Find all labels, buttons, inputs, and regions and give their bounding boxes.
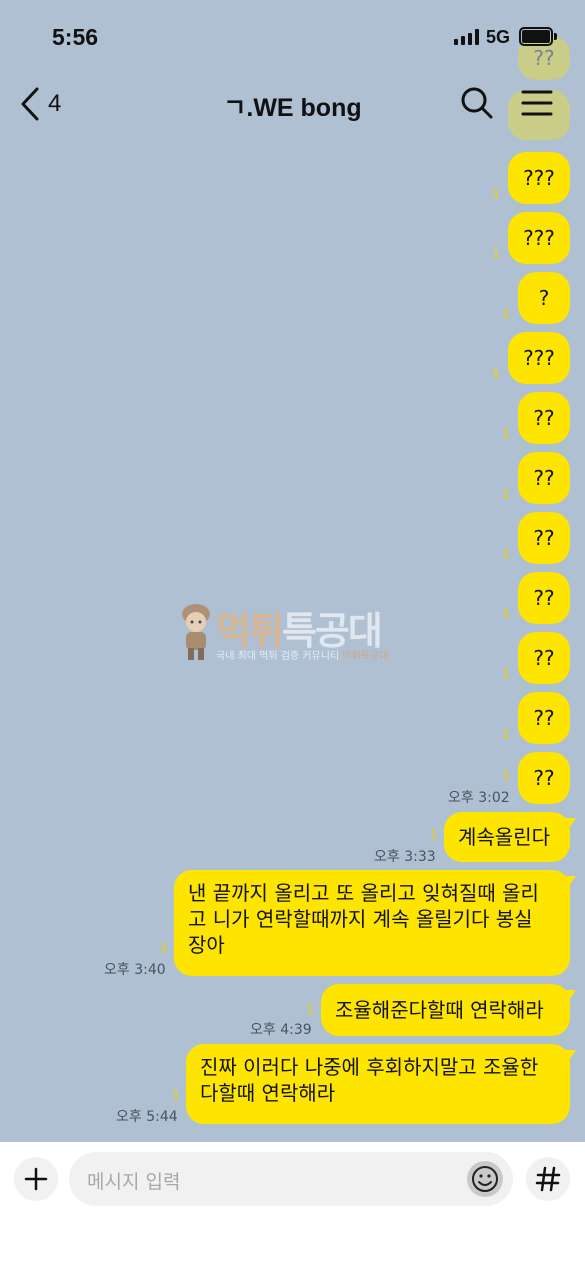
chat-area[interactable]: ?? 1 ??? 1 ??? 1 ? 1 ??? 1 ?? 1 ?? 1 ?? …	[0, 0, 585, 1142]
message-time: 오후 5:44	[116, 1109, 178, 1125]
chat-header: 4 ㄱ.WE bong	[0, 72, 585, 136]
unread-count: 1	[502, 605, 510, 621]
hamburger-menu-icon	[521, 90, 553, 116]
status-time: 5:56	[52, 24, 99, 50]
message-bubble[interactable]: ??	[518, 632, 570, 684]
message-text-line: 고 니가 연락할때까지 계속 올릴기다 봉실	[188, 907, 533, 931]
message-bubble[interactable]: 진짜 이러다 나중에 후회하지말고 조율한 다할때 연락해라	[186, 1044, 570, 1124]
message-text-line: 다할때 연락해라	[200, 1081, 336, 1105]
emoji-button[interactable]	[467, 1161, 503, 1197]
message-time: 오후 3:40	[104, 962, 166, 978]
unread-count: 1	[172, 1086, 180, 1102]
message-time: 오후 3:02	[448, 790, 510, 806]
attach-button[interactable]	[14, 1157, 58, 1201]
unread-count: 1	[502, 665, 510, 681]
watermark-subtitle: 국내 최대 먹튀 검증 커뮤니티 먹튀특공대	[216, 651, 389, 662]
unread-count: 1	[492, 365, 500, 381]
message-text: ??	[533, 526, 555, 550]
message-bubble[interactable]: ??	[518, 752, 570, 804]
message-bubble[interactable]: ???	[508, 212, 570, 264]
search-button[interactable]	[460, 86, 494, 120]
back-button[interactable]: 4	[20, 84, 80, 124]
smiley-icon	[472, 1166, 498, 1192]
back-unread-count: 4	[48, 90, 62, 117]
unread-count: 1	[502, 545, 510, 561]
message-text: ?	[538, 286, 550, 310]
message-text: ??	[533, 466, 555, 490]
message-text: ??	[533, 586, 555, 610]
menu-button[interactable]	[521, 88, 553, 118]
message-text: 계속올린다	[458, 825, 550, 849]
message-input-placeholder: 메시지 입력	[87, 1171, 181, 1193]
message-text: ??	[533, 406, 555, 430]
network-type: 5G	[486, 27, 511, 47]
unread-count: 1	[502, 485, 510, 501]
unread-count: 1	[430, 826, 438, 842]
soldier-mascot-icon	[182, 604, 210, 660]
unread-count: 1	[160, 939, 168, 955]
message-bubble[interactable]: ???	[508, 152, 570, 204]
message-bubble[interactable]: ??	[518, 512, 570, 564]
message-text: ??	[533, 706, 555, 730]
battery-icon	[519, 27, 557, 46]
hashtag-button[interactable]	[526, 1157, 570, 1201]
signal-strength-icon	[454, 29, 480, 45]
hash-icon	[535, 1166, 561, 1192]
message-input-bar: 메시지 입력	[0, 1142, 585, 1266]
message-bubble[interactable]: ??	[518, 692, 570, 744]
message-text: ???	[523, 166, 555, 190]
status-bar: 5:56 5G	[0, 0, 585, 72]
message-bubble[interactable]: ??	[518, 452, 570, 504]
unread-count: 1	[502, 766, 510, 782]
unread-count: 1	[502, 725, 510, 741]
message-text: ???	[523, 346, 555, 370]
unread-count: 1	[492, 245, 500, 261]
chat-title: ㄱ.WE bong	[223, 94, 362, 122]
unread-count: 1	[502, 425, 510, 441]
message-bubble[interactable]: ?	[518, 272, 570, 324]
chevron-left-icon	[21, 87, 39, 121]
message-bubble[interactable]: ???	[508, 332, 570, 384]
message-text: ??	[533, 766, 555, 790]
message-text-line: 낸 끝까지 올리고 또 올리고 잊혀질때 올리	[188, 881, 539, 905]
unread-count: 1	[492, 185, 500, 201]
message-bubble[interactable]: 계속올린다	[444, 812, 570, 862]
message-bubble[interactable]: ??	[518, 572, 570, 624]
unread-count: 1	[502, 305, 510, 321]
message-text-line: 장아	[188, 933, 225, 957]
message-time: 오후 3:33	[374, 849, 436, 865]
message-bubble[interactable]: 낸 끝까지 올리고 또 올리고 잊혀질때 올리 고 니가 연락할때까지 계속 올…	[174, 870, 570, 976]
message-bubble[interactable]: ??	[518, 392, 570, 444]
unread-count: 1	[306, 1000, 314, 1016]
watermark: 먹튀특공대 국내 최대 먹튀 검증 커뮤니티 먹튀특공대	[178, 600, 418, 666]
message-time: 오후 4:39	[250, 1022, 312, 1038]
message-text-line: 진짜 이러다 나중에 후회하지말고 조율한	[200, 1055, 539, 1079]
message-input[interactable]: 메시지 입력	[69, 1152, 513, 1206]
message-text: ???	[523, 226, 555, 250]
message-text: 조율해준다할때 연락해라	[335, 998, 544, 1022]
message-text: ??	[533, 646, 555, 670]
plus-icon	[24, 1167, 48, 1191]
message-bubble[interactable]: 조율해준다할때 연락해라	[321, 984, 570, 1036]
search-icon	[461, 87, 493, 119]
